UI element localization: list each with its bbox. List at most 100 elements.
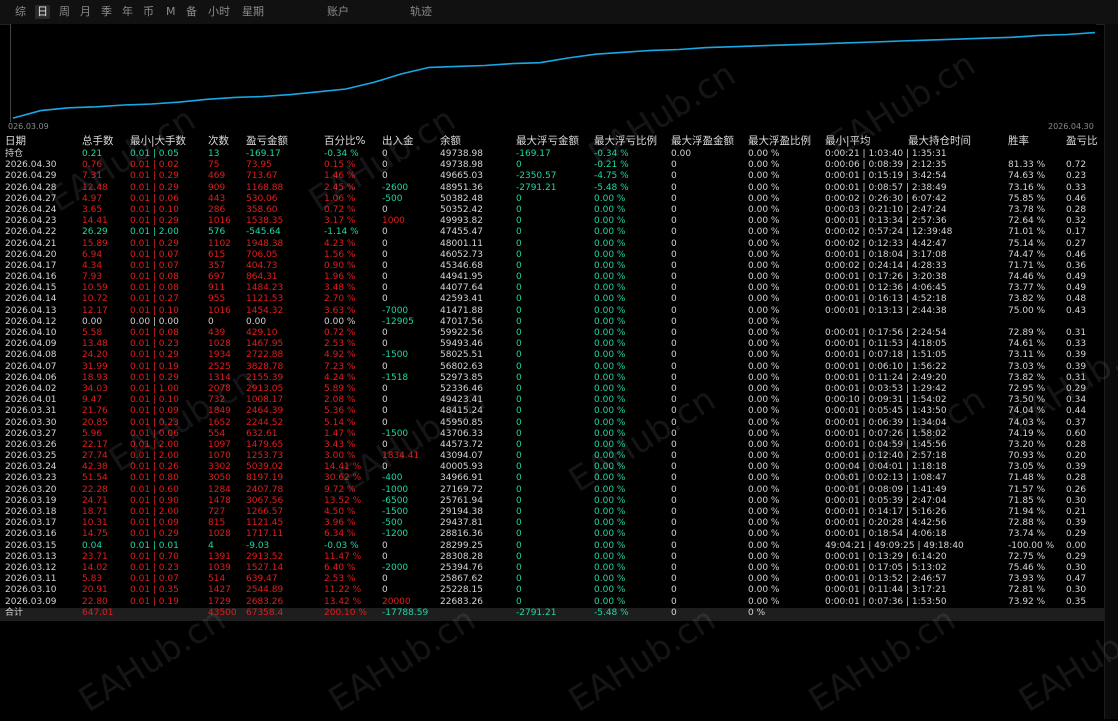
column-header-12[interactable]: 最小|平均 [825, 135, 871, 147]
table-row[interactable]: 2026.03.20 22.28 0.01 | 0.60 1284 2407.78 9.7… [0, 485, 1104, 496]
table-row[interactable]: 2026.03.25 27.74 0.01 | 2.00 1070 1253.73 3.0… [0, 451, 1104, 462]
table-row[interactable]: 2026.03.26 22.17 0.01 | 2.00 1097 1479.65 3.4… [0, 440, 1104, 451]
table-cell: 45950.85 [440, 417, 483, 428]
table-row[interactable]: 2026.04.30 0.76 0.01 | 0.02 75 73.95 0.15 % 0 4… [0, 160, 1104, 171]
table-cell: 0 [382, 294, 388, 305]
total-lots: 647.01 [82, 607, 114, 618]
column-header-0[interactable]: 日期 [5, 135, 26, 147]
table-cell: 23.71 [82, 551, 108, 562]
table-cell: 429.10 [246, 328, 278, 338]
table-cell: 6.40 % [324, 562, 356, 573]
table-cell: 0 [516, 484, 522, 495]
column-header-2[interactable]: 最小|大手数 [130, 135, 186, 147]
table-row[interactable]: 2026.03.27 5.96 0.01 | 0.06 554 632.61 1.47 %… [0, 429, 1104, 440]
table-row[interactable]: 持仓 0.21 0.01 | 0.05 13 -169.17 -0.34 % 0 49738.… [0, 149, 1104, 160]
table-row[interactable]: 2026.04.12 0.00 0.00 | 0.00 0 0.00 0.00 % -129… [0, 317, 1104, 328]
table-row[interactable]: 2026.04.16 7.93 0.01 | 0.08 697 864.31 1.96 %… [0, 272, 1104, 283]
table-row[interactable]: 2026.04.15 10.59 0.01 | 0.08 911 1484.23 3.48… [0, 283, 1104, 294]
table-cell: 2026.03.15 [5, 540, 57, 551]
column-header-4[interactable]: 盈亏金额 [246, 135, 288, 147]
table-cell: 0:00:06 | 0:08:39 | 2:12:35 [825, 160, 947, 171]
table-cell: 632.61 [246, 428, 278, 439]
table-cell: 1016 [208, 305, 231, 316]
table-row[interactable]: 2026.04.01 9.47 0.01 | 0.10 732 1008.17 2.08 … [0, 395, 1104, 406]
tab-12[interactable]: 轨迹 [410, 5, 432, 19]
tab-11[interactable]: 账户 [327, 5, 349, 19]
table-row[interactable]: 2026.04.09 13.48 0.01 | 0.23 1028 1467.95 2.5… [0, 339, 1104, 350]
table-row[interactable]: 2026.03.11 5.83 0.01 | 0.07 514 639.47 2.53 %… [0, 574, 1104, 585]
table-row[interactable]: 2026.03.23 51.54 0.01 | 0.80 3050 8197.19 30.… [0, 473, 1104, 484]
table-row[interactable]: 2026.04.08 24.20 0.01 | 0.29 1934 2722.88 4.9… [0, 350, 1104, 361]
table-row[interactable]: 2026.04.21 15.89 0.01 | 0.29 1102 1948.38 4.2… [0, 239, 1104, 250]
tab-10[interactable]: 星期 [242, 5, 264, 19]
table-row[interactable]: 2026.04.23 14.41 0.01 | 0.29 1016 1538.35 3.1… [0, 216, 1104, 227]
table-cell: 0 [671, 182, 677, 193]
column-header-14[interactable]: 胜率 [1008, 135, 1029, 147]
table-row[interactable]: 2026.04.22 26.29 0.01 | 2.00 576 -545.64 -1.1… [0, 227, 1104, 238]
table-row[interactable]: 2026.03.09 22.80 0.01 | 0.19 1729 2683.26 13.… [0, 597, 1104, 608]
table-row[interactable]: 2026.04.27 4.97 0.01 | 0.06 443 530.06 1.06 %… [0, 194, 1104, 205]
table-cell: 0:00:01 | 0:14:17 | 5:16:26 [825, 507, 947, 517]
table-row[interactable]: 2026.03.10 20.91 0.01 | 0.35 1427 2544.89 11.… [0, 585, 1104, 596]
table-cell: 1.47 % [324, 428, 356, 439]
tab-7[interactable]: M [166, 5, 176, 19]
column-header-8[interactable]: 最大浮亏金额 [516, 135, 579, 147]
table-row[interactable]: 2026.03.16 14.75 0.01 | 0.29 1028 1717.11 6.3… [0, 529, 1104, 540]
table-row[interactable]: 2026.04.06 18.93 0.01 | 0.29 1314 2155.39 4.2… [0, 373, 1104, 384]
tab-8[interactable]: 备 [186, 5, 197, 19]
table-cell: 2244.52 [246, 417, 284, 428]
table-cell: 10.59 [82, 283, 108, 294]
column-header-15[interactable]: 盈亏比 [1066, 135, 1098, 147]
table-cell: 0.27 [1066, 238, 1087, 249]
column-header-1[interactable]: 总手数 [82, 135, 114, 147]
tab-9[interactable]: 小时 [208, 5, 230, 19]
table-row[interactable]: 2026.04.29 7.31 0.01 | 0.29 469 713.67 1.46 %… [0, 171, 1104, 182]
table-row[interactable]: 2026.03.12 14.02 0.01 | 0.23 1039 1527.14 6.4… [0, 563, 1104, 574]
table-cell: 0.00 % [748, 171, 780, 182]
table-row[interactable]: 2026.04.24 3.65 0.01 | 0.10 286 358.60 0.72 %… [0, 205, 1104, 216]
table-row[interactable]: 2026.04.17 4.34 0.01 | 0.07 357 404.73 0.90 %… [0, 261, 1104, 272]
table-cell: 20.85 [82, 417, 108, 428]
column-header-9[interactable]: 最大浮亏比例 [594, 135, 657, 147]
column-header-7[interactable]: 余额 [440, 135, 461, 147]
table-row[interactable]: 2026.03.30 20.85 0.01 | 0.23 1652 2244.52 5.1… [0, 418, 1104, 429]
table-row[interactable]: 2026.03.31 21.76 0.01 | 0.09 1849 2464.39 5.3… [0, 406, 1104, 417]
tab-2[interactable]: 周 [59, 5, 70, 19]
table-row[interactable]: 2026.03.24 42.38 0.01 | 0.26 3302 5039.02 14.… [0, 462, 1104, 473]
tab-4[interactable]: 季 [101, 5, 112, 19]
table-cell: 0.00 % [324, 316, 356, 327]
table-header-row: 日期 总手数 最小|大手数 次数 盈亏金额 百分比% 出入金 余额 最大浮亏金额 最大浮亏比例 最大… [0, 135, 1104, 149]
tab-6[interactable]: 币 [143, 5, 154, 19]
table-row[interactable]: 2026.04.13 12.17 0.01 | 0.10 1016 1454.32 3.6… [0, 306, 1104, 317]
tab-1[interactable]: 日 [35, 5, 50, 19]
column-header-5[interactable]: 百分比% [324, 135, 365, 147]
table-row[interactable]: 2026.03.18 18.71 0.01 | 2.00 727 1266.57 4.50… [0, 507, 1104, 518]
table-row[interactable]: 2026.04.20 6.94 0.01 | 0.07 615 706.05 1.56 %… [0, 250, 1104, 261]
tab-0[interactable]: 综 [15, 5, 26, 19]
table-cell: -1500 [382, 507, 409, 517]
column-header-13[interactable]: 最大持仓时间 [908, 135, 971, 147]
table-row[interactable]: 2026.03.13 23.71 0.01 | 0.70 1391 2913.52 11.… [0, 552, 1104, 563]
column-header-10[interactable]: 最大浮盈金额 [671, 135, 734, 147]
table-row[interactable]: 2026.04.28 12.48 0.01 | 0.29 909 1168.88 2.45… [0, 183, 1104, 194]
table-cell: 0.00 [1066, 540, 1087, 551]
column-header-6[interactable]: 出入金 [382, 135, 414, 147]
table-row[interactable]: 2026.04.10 5.58 0.01 | 0.08 439 429.10 0.72 %… [0, 328, 1104, 339]
table-row[interactable]: 2026.03.17 10.31 0.01 | 0.09 815 1121.45 3.96… [0, 518, 1104, 529]
table-cell: 0.32 [1066, 216, 1087, 227]
vertical-scrollbar[interactable] [1104, 24, 1118, 719]
table-row[interactable]: 2026.04.07 31.99 0.01 | 0.19 2525 3828.78 7.2… [0, 362, 1104, 373]
table-row[interactable]: 2026.04.02 34.03 0.01 | 1.00 2078 2913.05 5.8… [0, 384, 1104, 395]
table-cell: 0.00 % [748, 596, 780, 607]
table-cell: 75.00 % [1008, 305, 1046, 316]
table-row[interactable]: 2026.04.14 10.72 0.01 | 0.27 955 1121.53 2.70… [0, 294, 1104, 305]
column-header-3[interactable]: 次数 [208, 135, 229, 147]
table-cell: 0.21 [82, 149, 103, 159]
table-row[interactable]: 2026.03.19 24.71 0.01 | 0.90 1478 3067.56 13.… [0, 496, 1104, 507]
tab-3[interactable]: 月 [80, 5, 91, 19]
column-header-11[interactable]: 最大浮盈比例 [748, 135, 811, 147]
table-cell: 0.01 | 0.29 [130, 372, 179, 383]
table-cell: 0 [671, 249, 677, 260]
tab-5[interactable]: 年 [122, 5, 133, 19]
table-row[interactable]: 2026.03.15 0.04 0.01 | 0.01 4 -9.03 -0.03 % 0 2… [0, 541, 1104, 552]
